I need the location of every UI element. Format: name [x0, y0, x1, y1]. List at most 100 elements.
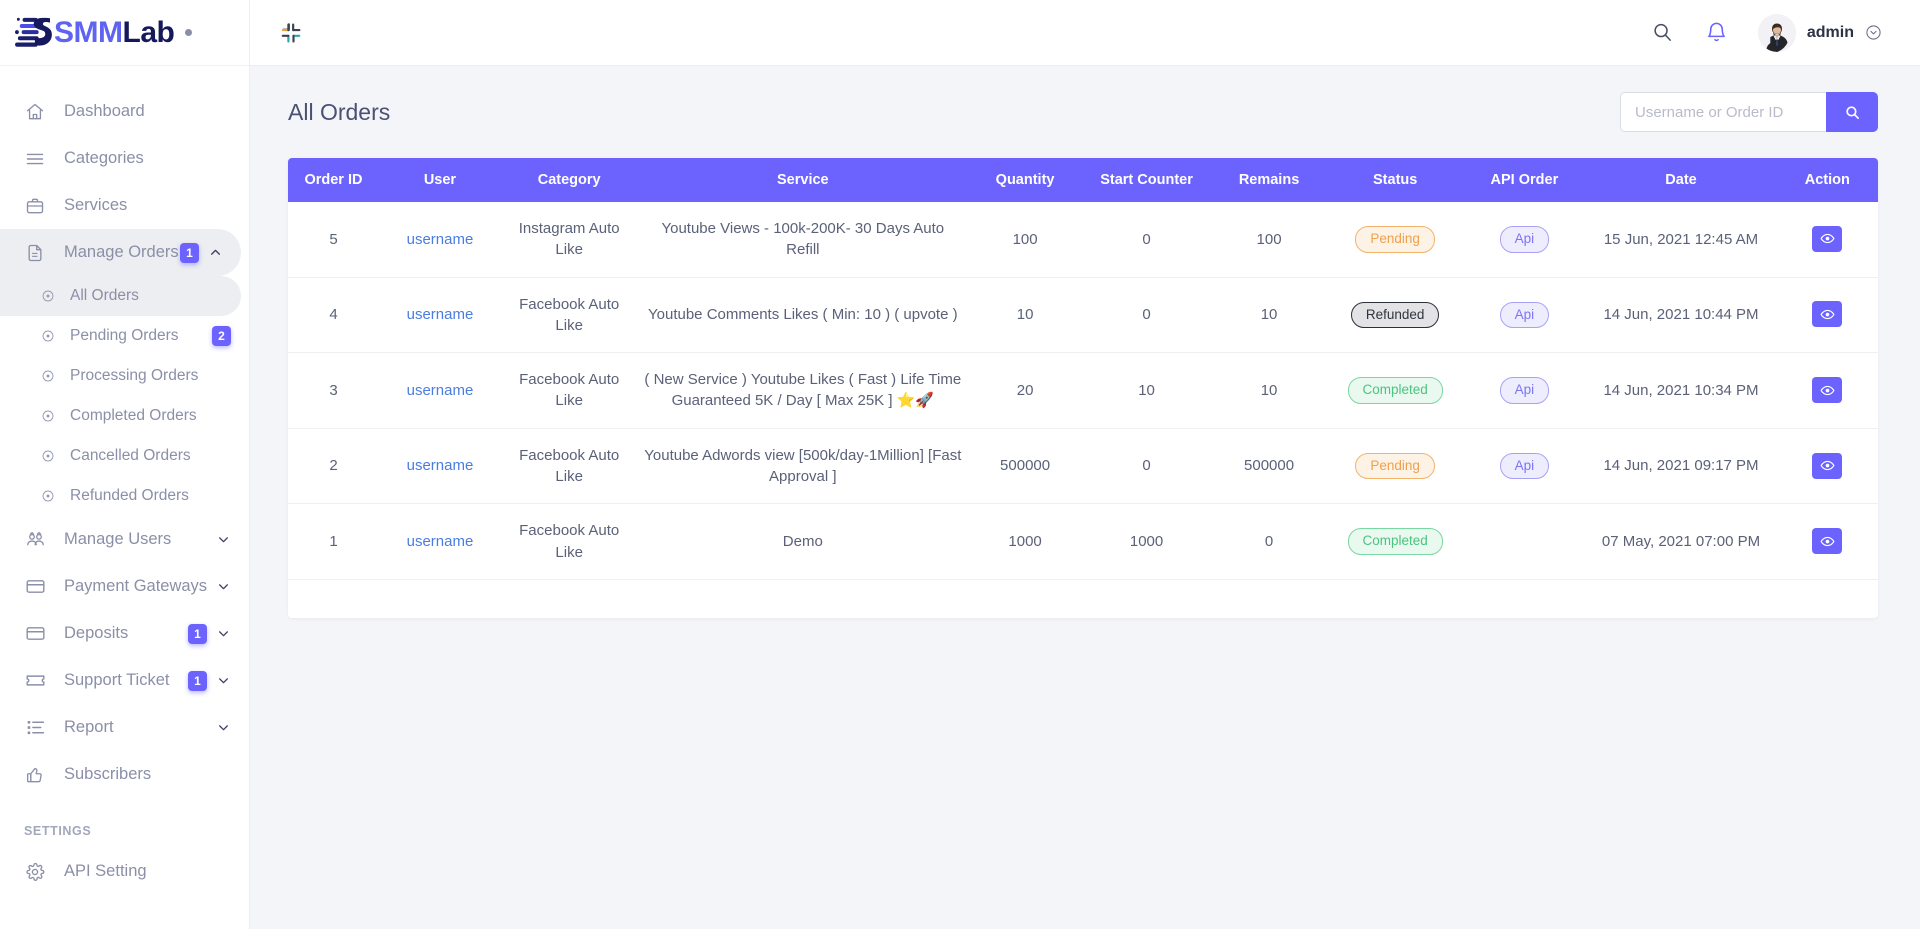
chevron-down-icon[interactable] — [217, 674, 231, 687]
chevron-down-icon[interactable] — [217, 580, 231, 593]
view-order-button[interactable] — [1812, 452, 1843, 479]
sidebar-item-support-ticket[interactable]: Support Ticket 1 — [0, 657, 249, 704]
compress-icon[interactable] — [278, 20, 304, 46]
sidebar-item-payment-gateways[interactable]: Payment Gateways — [0, 563, 249, 610]
cell-start-counter: 0 — [1081, 277, 1212, 354]
user-menu[interactable]: admin — [1757, 13, 1882, 52]
sidebar-badge-manage-orders: 1 — [180, 242, 199, 263]
cell-quantity: 100 — [968, 202, 1082, 278]
logo-text-smm: SMM — [54, 15, 123, 49]
sidebar-subitem-label: Processing Orders — [70, 367, 199, 384]
cell-start-counter: 0 — [1081, 202, 1212, 278]
chevron-up-icon[interactable] — [209, 246, 223, 259]
sidebar-item-cancelled-orders[interactable]: Cancelled Orders — [0, 436, 249, 476]
cell-action — [1776, 352, 1878, 429]
sidebar-item-all-orders[interactable]: All Orders — [0, 276, 241, 316]
sidebar-item-label: Categories — [64, 149, 144, 167]
logo-dot-icon — [185, 29, 193, 36]
status-badge: Completed — [1347, 377, 1443, 404]
cell-quantity: 20 — [968, 352, 1082, 429]
ticket-icon — [24, 670, 46, 692]
view-order-button[interactable] — [1812, 301, 1843, 328]
sidebar-item-services[interactable]: Services — [0, 182, 249, 229]
cell-status: Completed — [1326, 352, 1464, 429]
sidebar-item-subscribers[interactable]: Subscribers — [0, 751, 249, 798]
chevron-down-icon[interactable] — [217, 533, 231, 546]
cell-order-id: 4 — [288, 277, 379, 354]
status-badge: Pending — [1355, 226, 1435, 253]
column-header-status[interactable]: Status — [1326, 158, 1464, 202]
column-header-remains[interactable]: Remains — [1211, 158, 1327, 202]
users-icon — [24, 529, 46, 551]
sidebar-item-label: Subscribers — [64, 765, 152, 783]
column-header-date[interactable]: Date — [1585, 158, 1777, 202]
cell-api-order: Api — [1463, 202, 1586, 278]
orders-table: Order ID User Category Service Quantity … — [288, 158, 1878, 580]
cell-remains: 0 — [1211, 503, 1327, 580]
search-icon[interactable] — [1650, 20, 1676, 46]
brand-logo[interactable]: SMMLab — [0, 0, 249, 66]
sidebar-item-manage-orders[interactable]: Manage Orders 1 — [0, 229, 241, 276]
column-header-quantity[interactable]: Quantity — [968, 158, 1082, 202]
sidebar-nav: Dashboard Categories Services Manage Ord… — [0, 66, 249, 895]
cell-api-order — [1463, 503, 1586, 580]
orders-table-card: Order ID User Category Service Quantity … — [288, 158, 1878, 618]
column-header-service[interactable]: Service — [637, 158, 969, 202]
search-input[interactable] — [1620, 92, 1826, 132]
column-header-action: Action — [1776, 158, 1878, 202]
sidebar-item-completed-orders[interactable]: Completed Orders — [0, 396, 249, 436]
column-header-order-id[interactable]: Order ID — [288, 158, 379, 202]
user-link[interactable]: username — [407, 457, 474, 474]
status-badge: Pending — [1355, 452, 1435, 480]
sidebar-item-pending-orders[interactable]: Pending Orders 2 — [0, 316, 249, 356]
chevron-down-icon[interactable] — [217, 721, 231, 734]
column-header-user[interactable]: User — [378, 158, 501, 202]
cell-category: Facebook Auto Like — [500, 503, 638, 580]
sidebar-item-report[interactable]: Report — [0, 704, 249, 751]
sidebar-item-api-setting[interactable]: API Setting — [0, 848, 249, 895]
sidebar-badge-deposits: 1 — [188, 623, 207, 644]
sidebar-subitem-label: All Orders — [70, 287, 139, 304]
cell-remains: 10 — [1211, 277, 1327, 354]
card-icon — [24, 623, 46, 645]
chevron-down-icon[interactable] — [1865, 24, 1882, 41]
sidebar-item-label: Support Ticket — [64, 671, 170, 689]
search-button[interactable] — [1826, 92, 1878, 132]
cell-api-order: Api — [1463, 277, 1586, 354]
admin-username: admin — [1806, 23, 1854, 41]
sidebar-section-settings: SETTINGS — [24, 824, 92, 838]
user-link[interactable]: username — [407, 533, 474, 550]
dot-circle-icon — [40, 408, 56, 424]
sidebar-item-dashboard[interactable]: Dashboard — [0, 88, 249, 135]
user-link[interactable]: username — [407, 382, 474, 399]
sidebar-item-deposits[interactable]: Deposits 1 — [0, 610, 249, 657]
column-header-start-counter[interactable]: Start Counter — [1081, 158, 1212, 202]
sidebar-item-categories[interactable]: Categories — [0, 135, 249, 182]
column-header-api-order[interactable]: API Order — [1463, 158, 1586, 202]
chevron-down-icon[interactable] — [217, 627, 231, 640]
cell-start-counter: 1000 — [1081, 503, 1212, 580]
cell-category: Facebook Auto Like — [500, 352, 638, 429]
gear-icon — [24, 861, 46, 883]
view-order-button[interactable] — [1812, 225, 1843, 252]
status-badge: Refunded — [1350, 301, 1440, 329]
sidebar-item-manage-users[interactable]: Manage Users — [0, 516, 249, 563]
sidebar-item-processing-orders[interactable]: Processing Orders — [0, 356, 249, 396]
cell-start-counter: 0 — [1081, 428, 1212, 505]
cell-action — [1776, 428, 1878, 505]
sidebar-item-label: Services — [64, 196, 128, 214]
sidebar-item-label: Payment Gateways — [64, 577, 208, 595]
view-order-button[interactable] — [1812, 377, 1843, 404]
report-icon — [24, 717, 46, 739]
user-link[interactable]: username — [407, 306, 474, 323]
table-row: 4 username Facebook Auto Like Youtube Comme… — [288, 277, 1878, 354]
view-order-button[interactable] — [1812, 528, 1843, 555]
cell-status: Refunded — [1326, 277, 1464, 354]
cell-user: username — [378, 503, 501, 580]
sidebar-item-refunded-orders[interactable]: Refunded Orders — [0, 476, 249, 516]
user-link[interactable]: username — [407, 231, 474, 248]
bell-icon[interactable] — [1704, 20, 1730, 46]
cell-remains: 10 — [1211, 352, 1327, 429]
column-header-category[interactable]: Category — [500, 158, 638, 202]
sidebar-item-label: Report — [64, 718, 114, 736]
